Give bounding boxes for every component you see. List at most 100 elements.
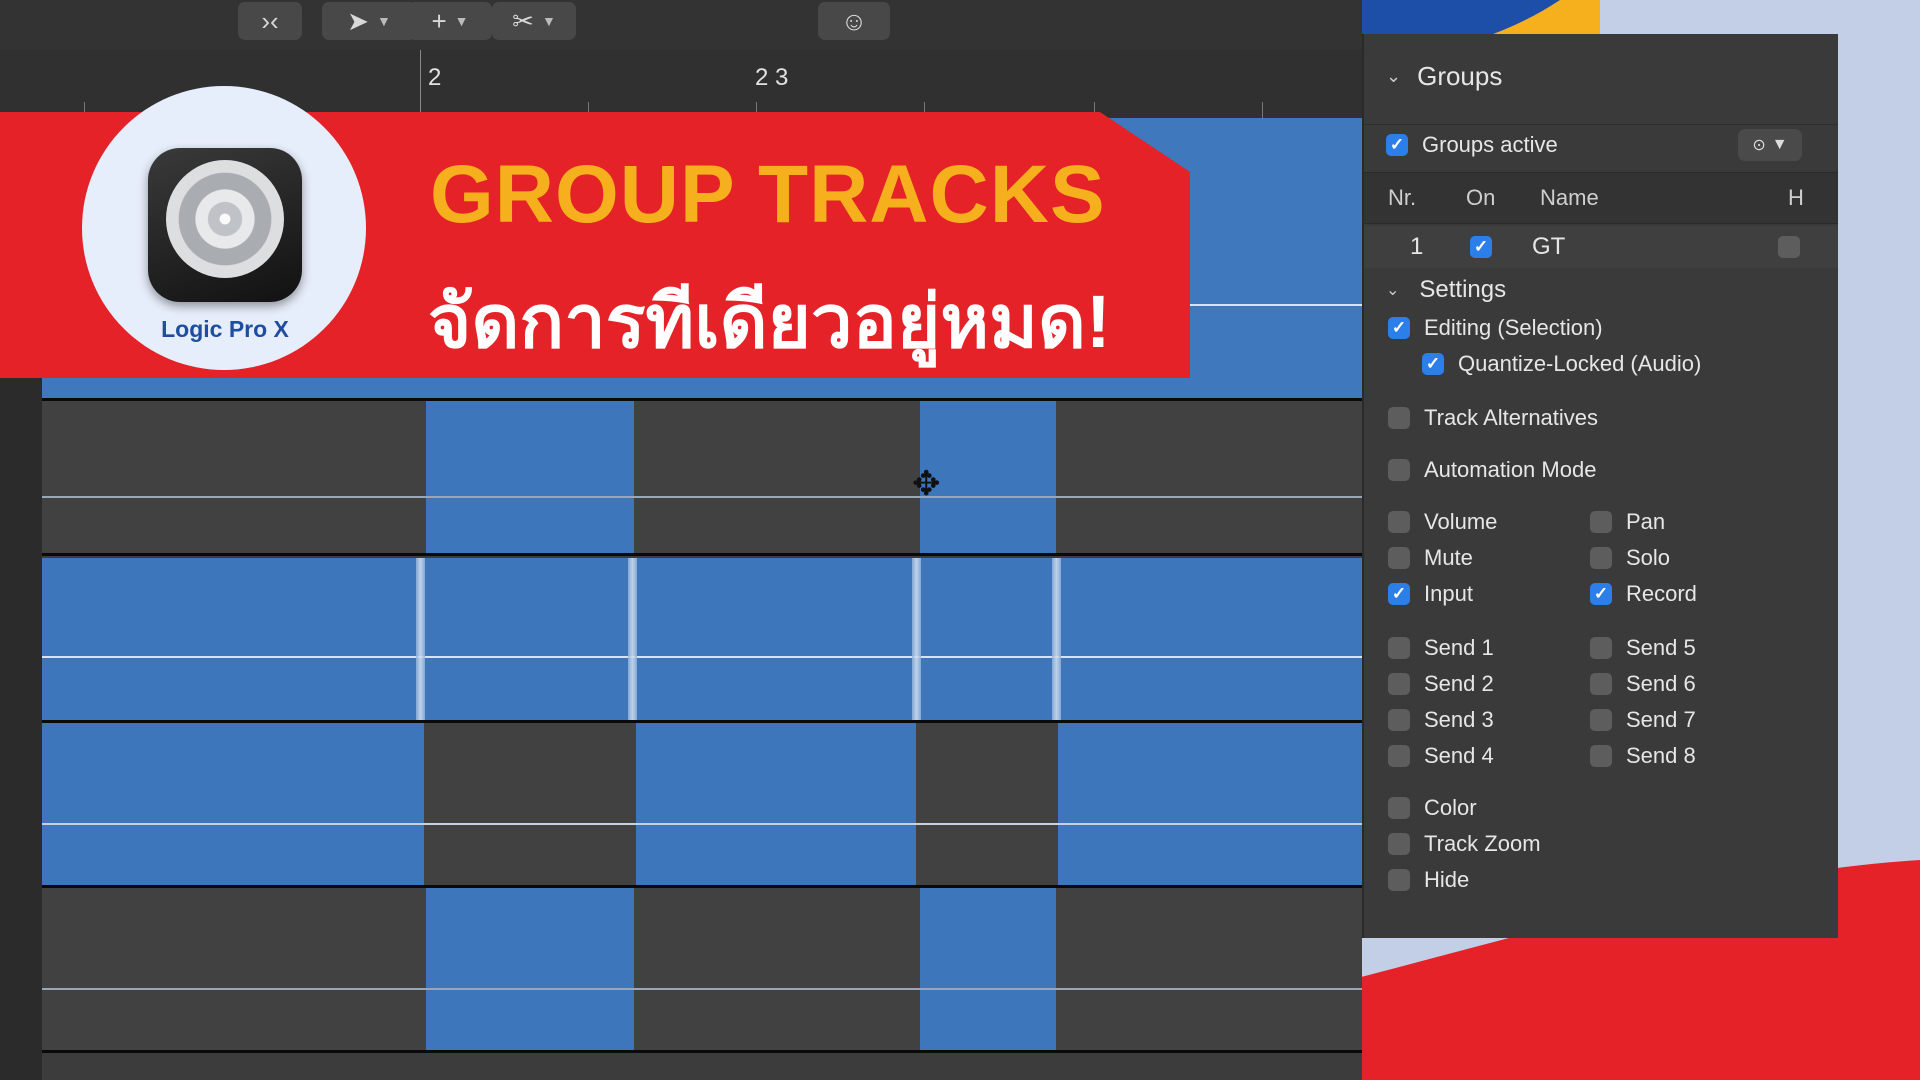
track-lane	[42, 888, 1362, 1050]
crossfade-handle[interactable]	[1052, 558, 1061, 720]
group-name[interactable]: GT	[1532, 233, 1565, 261]
setting-automation-mode[interactable]: Automation Mode	[1364, 452, 1838, 488]
record-label: Record	[1626, 581, 1697, 606]
groups-header[interactable]: ⌄ Groups	[1364, 56, 1838, 96]
audio-region[interactable]	[1058, 723, 1362, 885]
scissors-icon: ✂	[512, 5, 534, 36]
group-table-header: Nr. On Name H	[1364, 172, 1838, 224]
send4-label: Send 4	[1424, 743, 1494, 768]
send3-checkbox[interactable]	[1388, 709, 1410, 731]
chevron-down-icon: ▼	[1771, 136, 1788, 153]
group-on-checkbox[interactable]: ✓	[1470, 236, 1492, 258]
mute-checkbox[interactable]	[1388, 547, 1410, 569]
setting-color[interactable]: Color	[1364, 790, 1838, 826]
volume-checkbox[interactable]	[1388, 511, 1410, 533]
track-lane	[42, 558, 1362, 720]
send2-checkbox[interactable]	[1388, 673, 1410, 695]
send3-label: Send 3	[1424, 707, 1494, 732]
settings-header-label: Settings	[1419, 276, 1507, 303]
setting-quantize-locked[interactable]: ✓ Quantize-Locked (Audio)	[1364, 346, 1838, 382]
ruler-tick	[420, 50, 421, 118]
audio-region[interactable]	[42, 723, 424, 885]
toolbar-button-misc[interactable]: ›‹	[238, 2, 302, 40]
send1-checkbox[interactable]	[1388, 637, 1410, 659]
pointer-tool-button[interactable]: ➤ ▼	[322, 2, 416, 40]
setting-volume[interactable]: Volume	[1388, 504, 1497, 540]
setting-editing[interactable]: ✓ Editing (Selection)	[1364, 310, 1838, 346]
setting-mute[interactable]: Mute	[1388, 540, 1473, 576]
send7-label: Send 7	[1626, 707, 1696, 732]
automation-mode-checkbox[interactable]	[1388, 459, 1410, 481]
track-lane	[42, 723, 1362, 885]
crossfade-handle[interactable]	[912, 558, 921, 720]
setting-solo[interactable]: Solo	[1590, 540, 1670, 576]
setting-send6[interactable]: Send 6	[1590, 666, 1696, 702]
send7-checkbox[interactable]	[1590, 709, 1612, 731]
move-cursor-icon: ✥	[912, 465, 941, 503]
chevron-down-icon: ▼	[376, 13, 391, 29]
send8-label: Send 8	[1626, 743, 1696, 768]
more-options-button[interactable]: ⊙ ▼	[1738, 129, 1802, 161]
group-row[interactable]: 1 ✓ GT	[1364, 226, 1838, 268]
hide-checkbox[interactable]	[1388, 869, 1410, 891]
setting-track-zoom[interactable]: Track Zoom	[1364, 826, 1838, 862]
secondary-tool-button[interactable]: + ▼	[408, 2, 492, 40]
setting-send7[interactable]: Send 7	[1590, 702, 1696, 738]
editing-checkbox[interactable]: ✓	[1388, 317, 1410, 339]
quantize-locked-checkbox[interactable]: ✓	[1422, 353, 1444, 375]
track-alternatives-checkbox[interactable]	[1388, 407, 1410, 429]
setting-track-alternatives[interactable]: Track Alternatives	[1364, 400, 1838, 436]
scissors-tool-button[interactable]: ✂ ▼	[492, 2, 576, 40]
audio-region[interactable]	[426, 888, 634, 1050]
send5-checkbox[interactable]	[1590, 637, 1612, 659]
setting-record[interactable]: ✓ Record	[1590, 576, 1697, 612]
ellipsis-circle-icon: ⊙	[1752, 137, 1766, 154]
track-zoom-checkbox[interactable]	[1388, 833, 1410, 855]
audio-region[interactable]	[426, 401, 634, 553]
send5-label: Send 5	[1626, 635, 1696, 660]
groups-header-label: Groups	[1417, 60, 1503, 91]
logic-disc-icon	[166, 160, 284, 278]
setting-hide[interactable]: Hide	[1364, 862, 1838, 898]
audio-region[interactable]	[920, 888, 1056, 1050]
crossfade-handle[interactable]	[416, 558, 425, 720]
editing-label: Editing (Selection)	[1424, 315, 1603, 340]
catch-playhead-button[interactable]: ☺	[818, 2, 890, 40]
settings-header[interactable]: ⌄ Settings	[1364, 272, 1838, 308]
crossfade-handle[interactable]	[628, 558, 637, 720]
input-label: Input	[1424, 581, 1473, 606]
setting-send8[interactable]: Send 8	[1590, 738, 1696, 774]
smile-icon: ☺	[840, 5, 868, 36]
track-divider	[42, 1050, 1362, 1053]
setting-send5[interactable]: Send 5	[1590, 630, 1696, 666]
track-alternatives-label: Track Alternatives	[1424, 405, 1599, 430]
setting-send1[interactable]: Send 1	[1388, 630, 1494, 666]
send4-checkbox[interactable]	[1388, 745, 1410, 767]
pan-label: Pan	[1626, 509, 1666, 534]
ruler-tick	[1262, 102, 1263, 118]
groups-active-checkbox[interactable]: ✓	[1386, 134, 1408, 156]
setting-send3[interactable]: Send 3	[1388, 702, 1494, 738]
setting-input[interactable]: ✓ Input	[1388, 576, 1473, 612]
toolbar: ›‹ ➤ ▼ + ▼ ✂ ▼ ☺	[0, 0, 1362, 50]
send8-checkbox[interactable]	[1590, 745, 1612, 767]
groups-inspector: ⌄ Groups ✓ Groups active ⊙ ▼ Nr. On Name …	[1362, 34, 1838, 938]
chevron-down-icon: ▼	[541, 13, 556, 29]
solo-checkbox[interactable]	[1590, 547, 1612, 569]
waveform	[42, 656, 1362, 658]
group-hide-checkbox[interactable]	[1778, 236, 1800, 258]
record-checkbox[interactable]: ✓	[1590, 583, 1612, 605]
color-checkbox[interactable]	[1388, 797, 1410, 819]
setting-send4[interactable]: Send 4	[1388, 738, 1494, 774]
audio-region[interactable]	[636, 723, 916, 885]
setting-send2[interactable]: Send 2	[1388, 666, 1494, 702]
chevron-down-icon: ⌄	[1386, 65, 1402, 86]
track-zoom-label: Track Zoom	[1424, 831, 1541, 856]
send6-checkbox[interactable]	[1590, 673, 1612, 695]
groups-active-label: Groups active	[1422, 132, 1558, 157]
solo-label: Solo	[1626, 545, 1671, 570]
input-checkbox[interactable]: ✓	[1388, 583, 1410, 605]
setting-pan[interactable]: Pan	[1590, 504, 1665, 540]
chevron-down-icon: ▼	[454, 13, 469, 29]
pan-checkbox[interactable]	[1590, 511, 1612, 533]
